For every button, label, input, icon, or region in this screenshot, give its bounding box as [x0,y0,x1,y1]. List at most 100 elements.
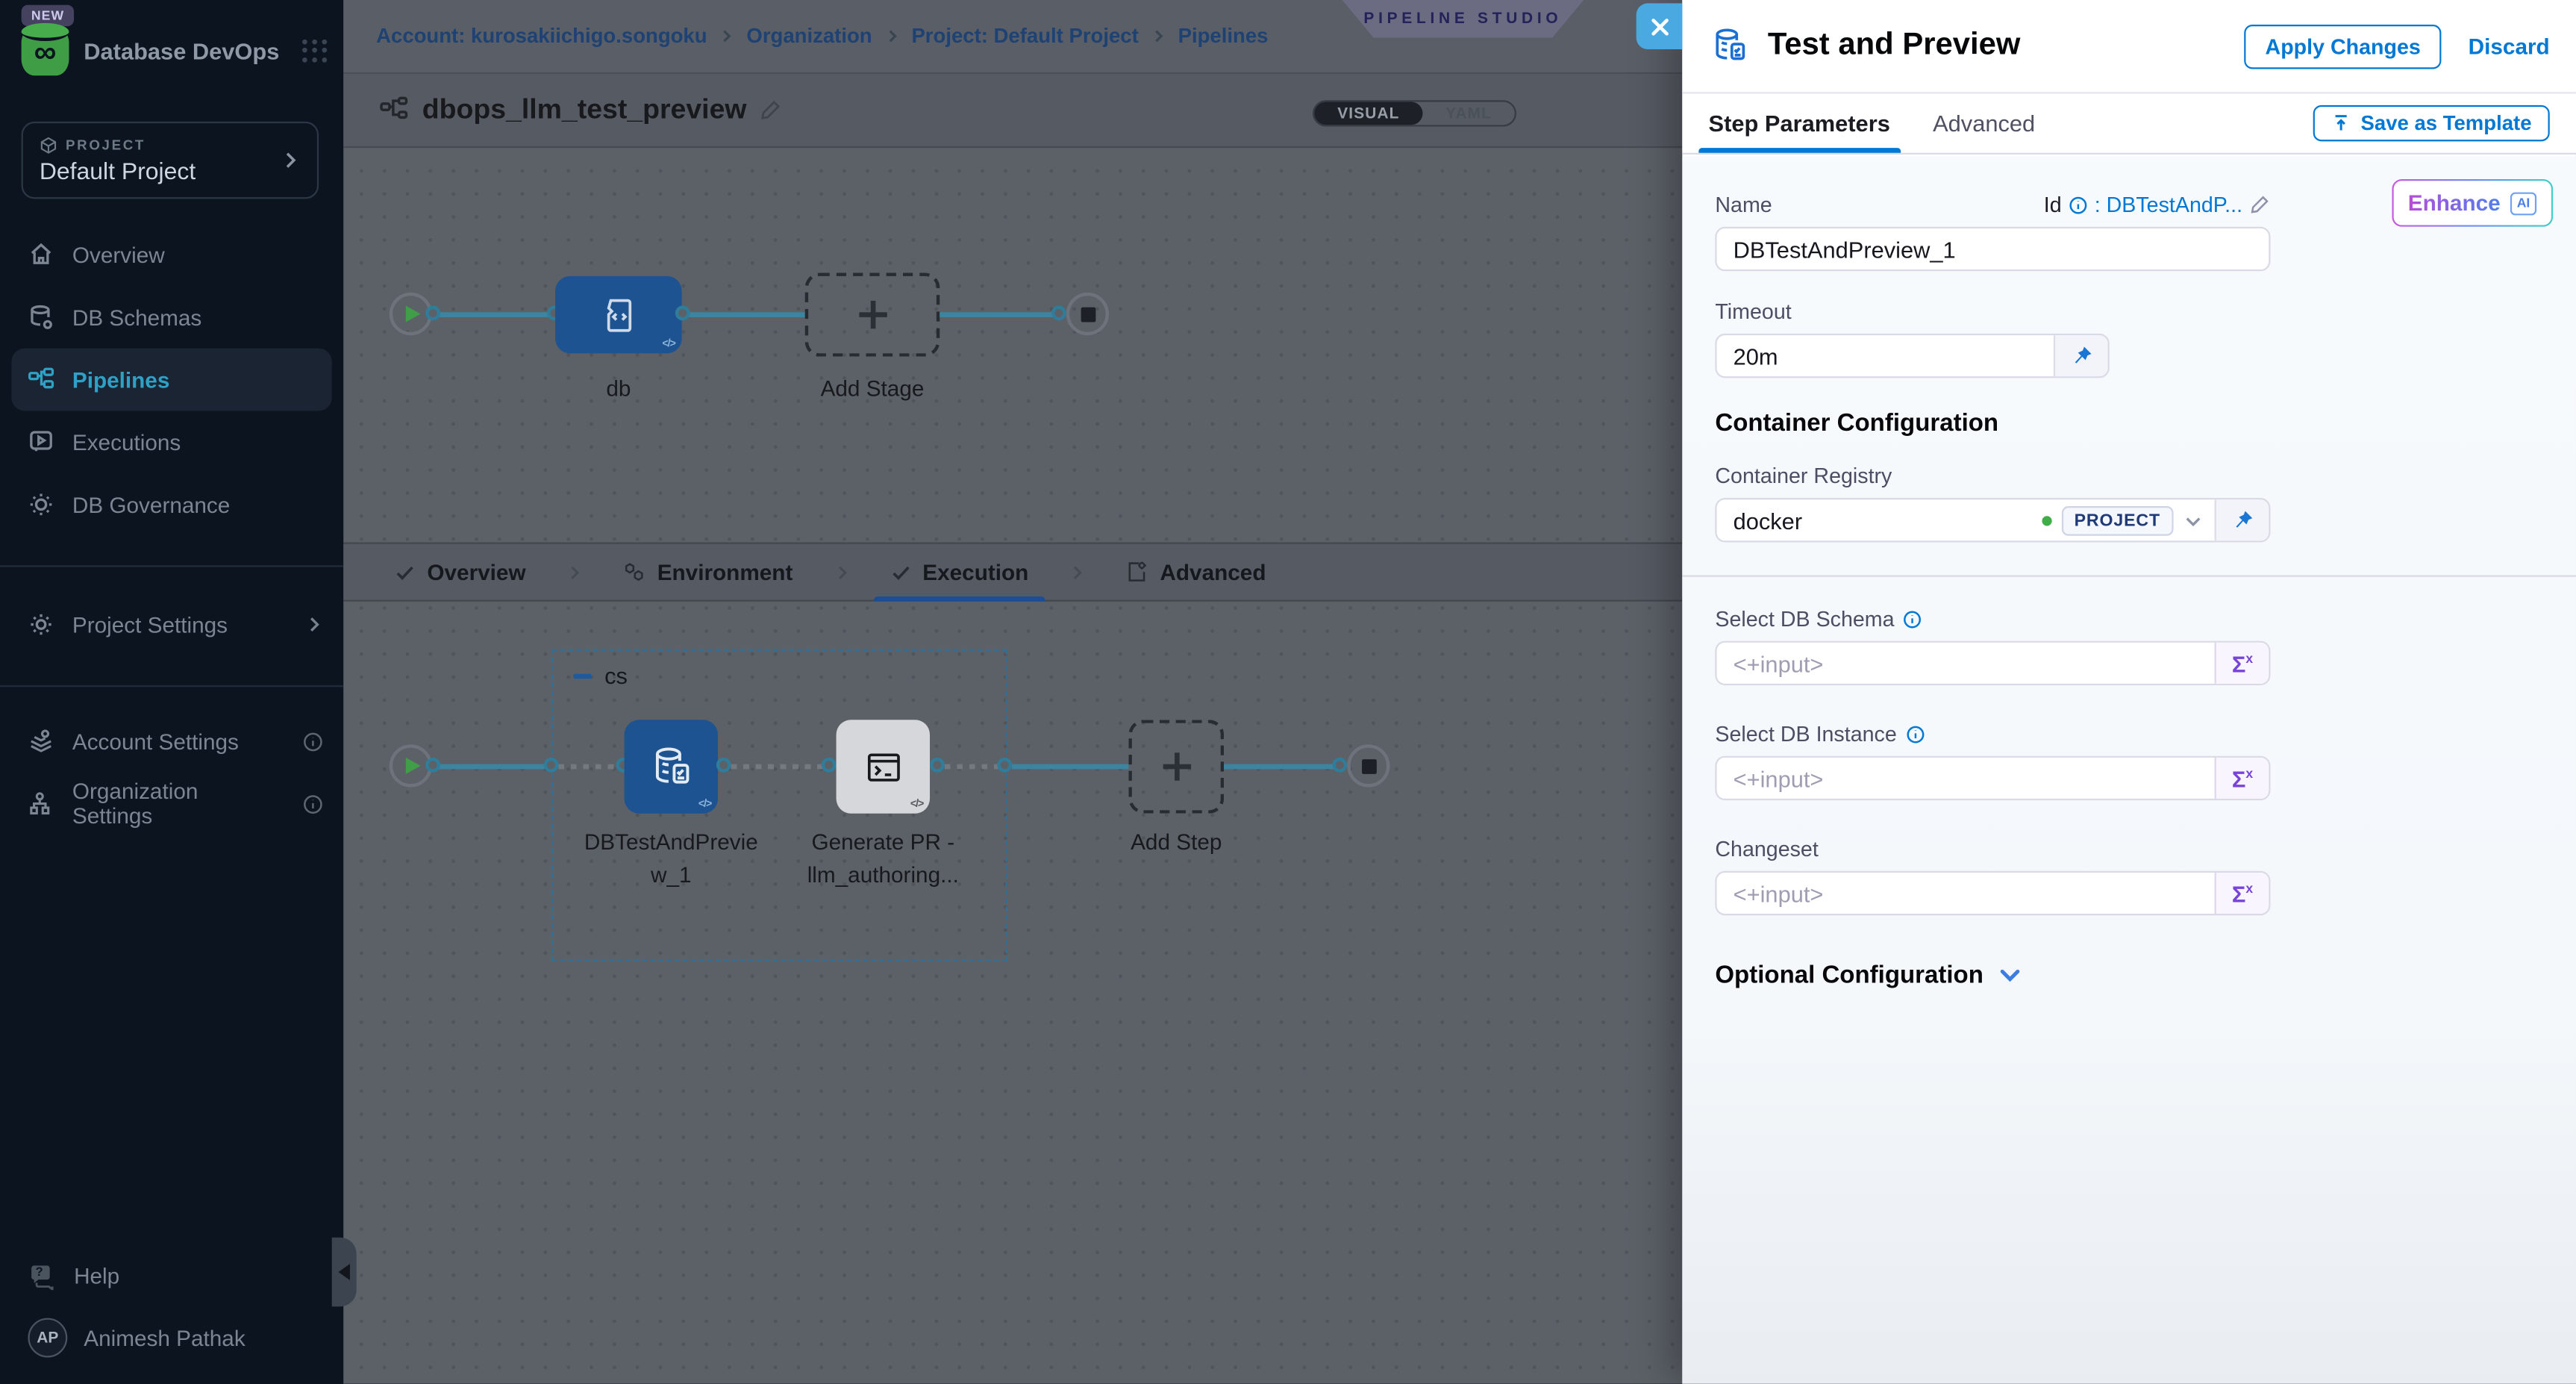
connector-port [930,758,945,773]
add-stage-button[interactable] [805,272,940,356]
sidebar-item-help[interactable]: ? Help [0,1244,343,1307]
db-schema-expression-button[interactable]: Σx [2215,643,2269,684]
breadcrumb-account[interactable]: Account: kurosakiichigo.songoku [376,25,707,48]
add-step-button[interactable] [1128,720,1224,813]
expression-sigma-icon: Σx [2232,650,2253,676]
stop-icon [1361,758,1376,773]
pencil-icon[interactable] [2249,194,2271,216]
changeset-expression-button[interactable]: Σx [2215,873,2269,914]
discard-button[interactable]: Discard [2469,34,2550,58]
breadcrumb-project[interactable]: Project: Default Project [911,25,1138,48]
step-group-header[interactable]: cs [573,662,628,688]
connector [940,312,1058,317]
timeout-input[interactable] [1717,335,2054,376]
pin-icon [2232,509,2254,531]
sidebar-item-project-settings[interactable]: Project Settings [0,593,343,656]
sidebar-divider [0,685,343,687]
save-as-template-label: Save as Template [2361,112,2532,135]
tab-advanced[interactable]: Advanced [1933,93,2035,152]
close-drawer-button[interactable] [1636,3,1683,49]
connector-dotted [945,764,1004,769]
sidebar-item-account-settings[interactable]: Account Settings [0,710,343,773]
db-instance-expression-button[interactable]: Σx [2215,758,2269,799]
chevron-right-icon [884,28,900,44]
sidebar-item-db-governance[interactable]: DB Governance [0,473,343,536]
pencil-icon[interactable] [760,99,783,122]
container-registry-input[interactable] [1717,499,2042,540]
name-input[interactable] [1717,228,2269,269]
timeout-fixed-value-button[interactable] [2054,335,2108,376]
breadcrumb-pipelines[interactable]: Pipelines [1178,25,1269,48]
sidebar-item-db-schemas[interactable]: DB Schemas [0,286,343,349]
user-menu[interactable]: AP Animesh Pathak [0,1306,343,1369]
enhance-ai-button[interactable]: Enhance AI [2392,179,2553,227]
connector-port [997,758,1012,773]
sidebar-item-pipelines[interactable]: Pipelines [11,349,331,411]
toggle-yaml[interactable]: YAML [1422,102,1514,125]
sidebar-item-executions[interactable]: Executions [0,411,343,473]
stage-tab-label: Environment [657,560,793,585]
sidebar-divider [0,565,343,567]
executions-icon [28,429,54,455]
step-group-cs[interactable] [552,649,1007,961]
changeset-label: Changeset [1715,837,2543,861]
add-step-label[interactable]: Add Step [1091,826,1262,859]
stage-tab-advanced[interactable]: Advanced [1122,544,1269,600]
connector-port [1051,305,1066,320]
sidebar-item-overview[interactable]: Overview [0,223,343,286]
db-instance-input[interactable] [1717,758,2215,799]
home-icon [28,242,54,268]
chevron-down-icon[interactable] [2183,511,2203,530]
step-label[interactable]: Generate PR - llm_authoring... [789,826,978,892]
connector-port [716,758,731,773]
code-badge-icon: </> [662,339,675,350]
code-badge-icon: </> [910,799,923,810]
play-icon [405,758,420,774]
hexagons-icon [622,561,645,584]
stage-tab-environment[interactable]: Environment [619,544,796,600]
sidebar-collapse-button[interactable] [332,1238,357,1306]
container-registry-label: Container Registry [1715,464,2543,488]
pipeline-canvas[interactable]: </> db Add Stage Overview Environment [343,149,1682,1383]
step-id-value[interactable]: : DBTestAndP... [2095,193,2242,217]
stage-tab-overview[interactable]: Overview [391,544,529,600]
id-label: Id [2044,193,2062,217]
info-icon [2068,195,2087,214]
expression-sigma-icon: Σx [2232,765,2253,791]
org-gear-icon [28,791,54,817]
breadcrumb-organization[interactable]: Organization [746,25,872,48]
toggle-visual[interactable]: VISUAL [1314,102,1422,125]
stage-tab-label: Execution [922,560,1028,585]
stage-tab-execution[interactable]: Execution [887,544,1032,600]
pipeline-end-node [1066,293,1109,335]
app-logo-icon[interactable]: ∞ [22,27,69,75]
registry-fixed-value-button[interactable] [2215,499,2269,540]
step-node-db-test-and-preview[interactable]: </> [625,720,718,813]
connector-port [425,758,440,773]
module-grid-icon[interactable] [302,39,327,63]
apply-changes-button[interactable]: Apply Changes [2244,24,2442,68]
step-node-generate-pr[interactable]: </> [837,720,930,813]
svg-text:?: ? [36,1265,43,1278]
step-label[interactable]: DBTestAndPreview_1 [584,826,760,892]
stage-node-db[interactable]: </> [555,276,682,353]
scope-badge: PROJECT [2061,505,2174,535]
changeset-input[interactable] [1717,873,2215,914]
stop-icon [1080,307,1095,322]
optional-configuration-toggle[interactable]: Optional Configuration [1715,961,2543,989]
project-selector[interactable]: PROJECT Default Project [22,122,319,199]
add-stage-label[interactable]: Add Stage [787,373,958,406]
db-schema-input[interactable] [1717,643,2215,684]
sidebar-item-organization-settings[interactable]: Organization Settings [0,773,343,835]
gear-icon [28,611,54,638]
connector [1012,764,1128,769]
tab-step-parameters[interactable]: Step Parameters [1709,93,1890,152]
apply-changes-label: Apply Changes [2266,34,2421,58]
active-tab-underline [873,596,1045,602]
pipeline-studio-badge: PIPELINE STUDIO [1342,0,1584,38]
plus-icon [1163,752,1190,780]
save-as-template-button[interactable]: Save as Template [2313,105,2550,141]
stage-label[interactable]: db [555,373,682,406]
enhance-label: Enhance [2408,190,2501,215]
timeout-label: Timeout [1715,299,2543,324]
